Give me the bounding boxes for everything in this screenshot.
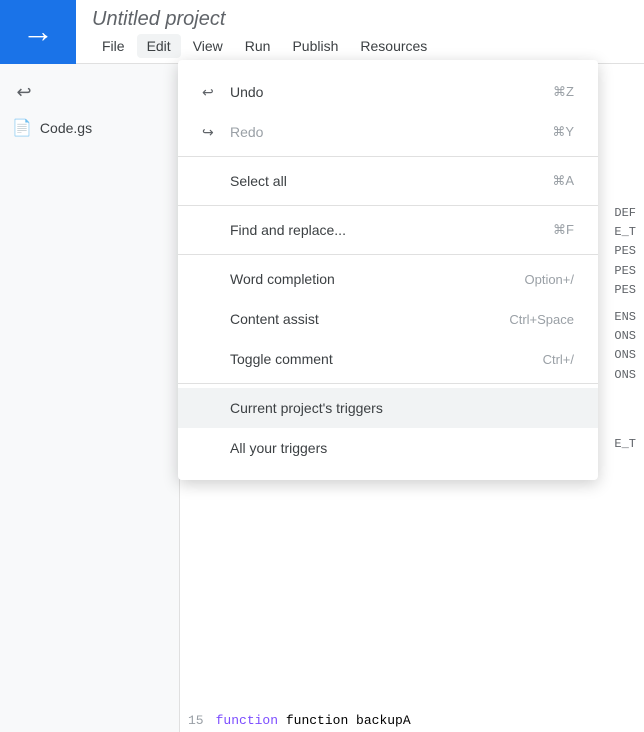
find-replace-label: Find and replace...: [202, 222, 346, 238]
current-triggers-text: Current project's triggers: [230, 400, 383, 416]
dropdown-item-undo[interactable]: ↩ Undo ⌘Z: [178, 72, 598, 112]
all-triggers-text: All your triggers: [230, 440, 327, 456]
redo-shortcut: ⌘Y: [552, 124, 574, 140]
current-triggers-label: Current project's triggers: [202, 400, 383, 416]
dropdown-item-redo: ↪ Redo ⌘Y: [178, 112, 598, 152]
redo-icon: ↪: [202, 124, 222, 141]
dropdown-item-word-completion[interactable]: Word completion Option+/: [178, 259, 598, 299]
select-all-label: Select all: [202, 173, 287, 189]
word-completion-text: Word completion: [230, 271, 335, 287]
toggle-comment-shortcut: Ctrl+/: [543, 352, 574, 367]
toggle-comment-label: Toggle comment: [202, 351, 333, 367]
find-replace-shortcut: ⌘F: [553, 222, 574, 238]
word-completion-shortcut: Option+/: [524, 272, 574, 287]
edit-dropdown-menu: ↩ Undo ⌘Z ↪ Redo ⌘Y Select all ⌘A: [178, 60, 598, 480]
dropdown-overlay[interactable]: ↩ Undo ⌘Z ↪ Redo ⌘Y Select all ⌘A: [0, 0, 644, 732]
content-assist-label: Content assist: [202, 311, 319, 327]
dropdown-item-find-replace[interactable]: Find and replace... ⌘F: [178, 210, 598, 250]
dropdown-section-undoredo: ↩ Undo ⌘Z ↪ Redo ⌘Y: [178, 68, 598, 157]
undo-icon: ↩: [202, 84, 222, 101]
dropdown-section-triggers: Current project's triggers All your trig…: [178, 384, 598, 472]
undo-label: ↩ Undo: [202, 84, 263, 101]
toggle-comment-text: Toggle comment: [230, 351, 333, 367]
find-replace-text: Find and replace...: [230, 222, 346, 238]
undo-text: Undo: [230, 84, 263, 100]
dropdown-item-current-triggers[interactable]: Current project's triggers: [178, 388, 598, 428]
dropdown-section-completion: Word completion Option+/ Content assist …: [178, 255, 598, 384]
dropdown-item-select-all[interactable]: Select all ⌘A: [178, 161, 598, 201]
dropdown-item-all-triggers[interactable]: All your triggers: [178, 428, 598, 468]
dropdown-section-select: Select all ⌘A: [178, 157, 598, 206]
undo-shortcut: ⌘Z: [553, 84, 574, 100]
dropdown-section-find: Find and replace... ⌘F: [178, 206, 598, 255]
word-completion-label: Word completion: [202, 271, 335, 287]
select-all-shortcut: ⌘A: [552, 173, 574, 189]
redo-label: ↪ Redo: [202, 124, 263, 141]
select-all-text: Select all: [230, 173, 287, 189]
all-triggers-label: All your triggers: [202, 440, 327, 456]
content-assist-shortcut: Ctrl+Space: [509, 312, 574, 327]
dropdown-item-toggle-comment[interactable]: Toggle comment Ctrl+/: [178, 339, 598, 379]
redo-text: Redo: [230, 124, 263, 140]
dropdown-item-content-assist[interactable]: Content assist Ctrl+Space: [178, 299, 598, 339]
content-assist-text: Content assist: [230, 311, 319, 327]
